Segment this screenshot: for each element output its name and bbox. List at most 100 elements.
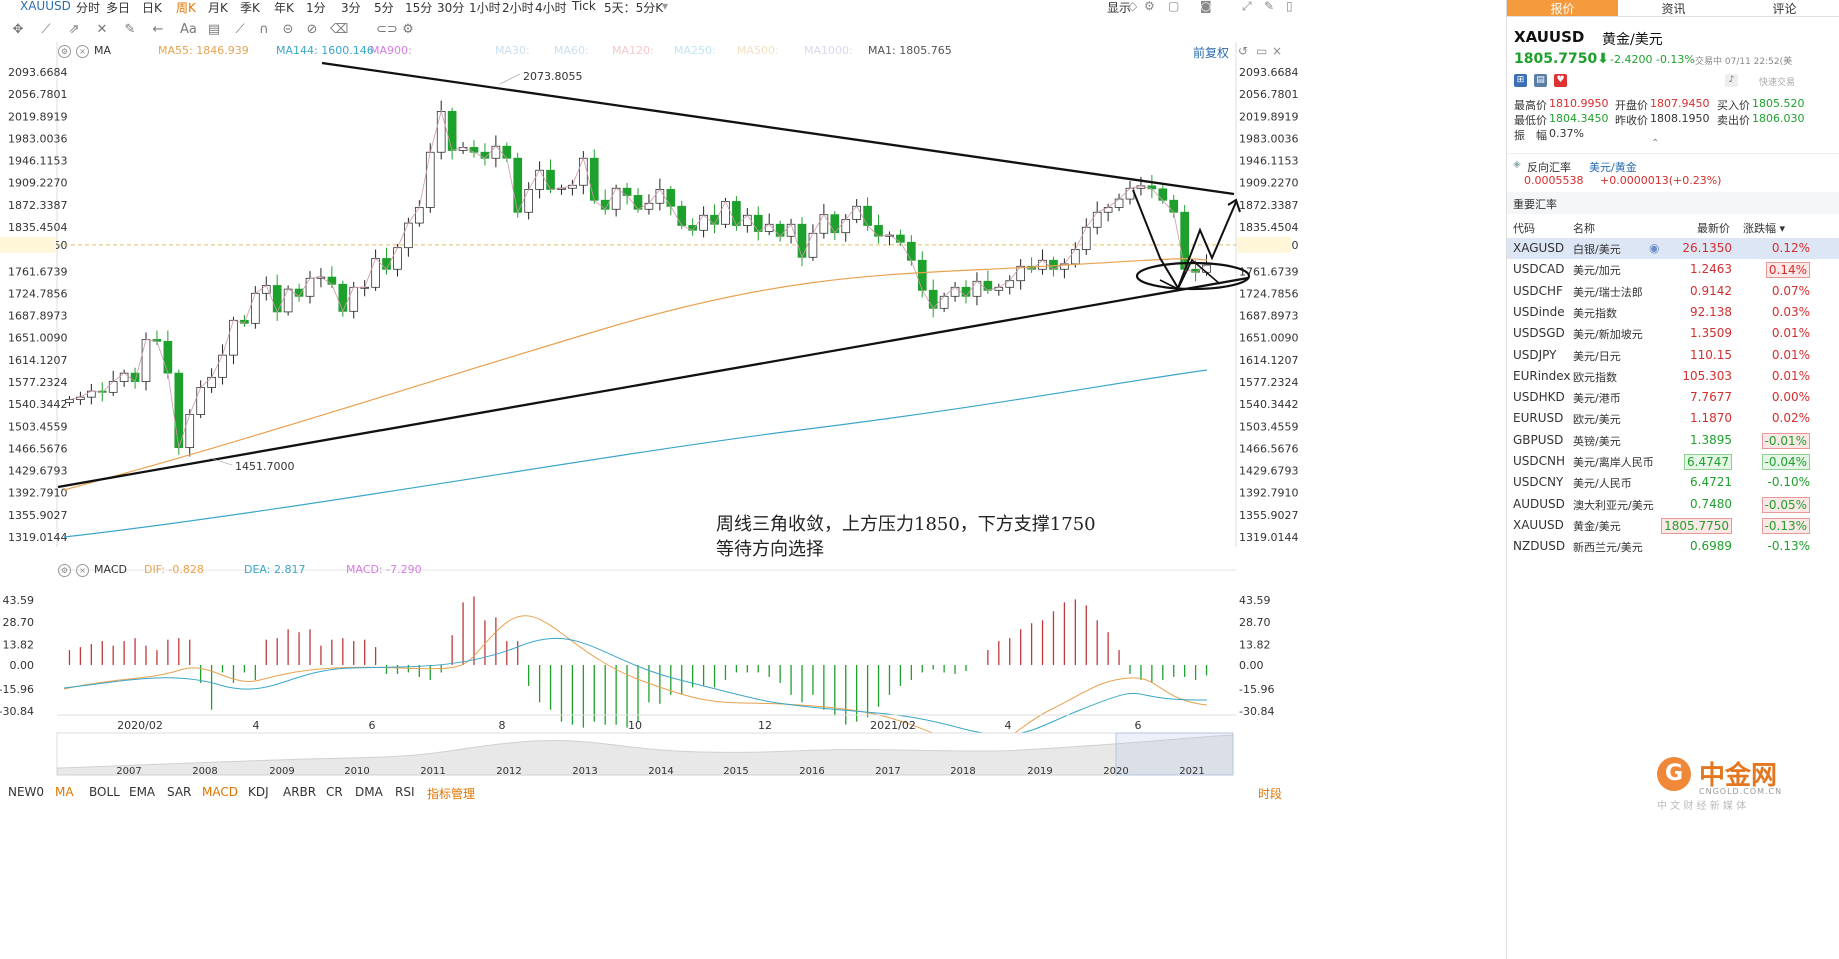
indicator-new0[interactable]: NEW0 xyxy=(8,785,44,799)
table-row[interactable]: AUDUSD 澳大利亚元/美元 0.7480 -0.05% xyxy=(1507,494,1839,515)
crosshair-icon[interactable]: ✥ xyxy=(10,22,26,38)
fullscreen-icon[interactable]: ⤢ xyxy=(1242,0,1252,14)
table-header-cell[interactable]: 涨跌幅 ▾ xyxy=(1743,220,1785,236)
link-icon[interactable]: ⊂⊃ xyxy=(376,22,398,38)
indicator-kdj[interactable]: KDJ xyxy=(248,785,269,799)
period-tab-2[interactable]: 日K xyxy=(142,0,162,16)
symbol-selector[interactable]: XAUUSD xyxy=(20,0,71,13)
quick-trade-button[interactable]: 快速交易 xyxy=(1759,75,1795,88)
price-tick-right: 1651.0090 xyxy=(1239,332,1299,345)
settings-icon[interactable]: ⚙ xyxy=(58,45,71,58)
table-row[interactable]: XAUUSD 黄金/美元 1805.7750 -0.13% xyxy=(1507,515,1839,536)
pen-icon[interactable]: ✎ xyxy=(1264,0,1274,13)
settings-icon[interactable]: ⚙ xyxy=(400,22,416,38)
diamond-icon[interactable]: ◇ xyxy=(1128,0,1137,13)
period-tab-11[interactable]: 30分 xyxy=(437,0,464,16)
period-tab-13[interactable]: 2小时 xyxy=(502,0,534,16)
indicator-macd[interactable]: MACD xyxy=(202,785,238,799)
price-tick-left: 2019.8919 xyxy=(8,110,68,123)
period-tab-5[interactable]: 季K xyxy=(240,0,260,16)
trend-line-icon[interactable]: ⟋ xyxy=(38,22,54,38)
stat-low: 1804.3450 xyxy=(1549,112,1609,125)
period-tab-16[interactable]: 5天：5分K xyxy=(604,0,663,16)
panel-tab-2[interactable]: 评论 xyxy=(1729,0,1839,16)
rate-name: 美元/港币 xyxy=(1573,392,1621,406)
settings-icon[interactable]: ⚙ xyxy=(1144,0,1155,13)
hide-icon[interactable]: ⊘ xyxy=(304,22,320,38)
candle xyxy=(1070,242,1080,268)
period-tab-8[interactable]: 3分 xyxy=(341,0,361,16)
table-row[interactable]: USDCNH 美元/离岸人民币 6.4747 -0.04% xyxy=(1507,451,1839,472)
table-row[interactable]: USDJPY 美元/日元 110.15 0.01% xyxy=(1507,345,1839,366)
layout-icon[interactable]: ▢ xyxy=(1168,0,1179,13)
price-tick-left: 2056.7801 xyxy=(8,88,68,101)
candlestick-chart[interactable]: 2093.6684 2093.6684 2056.7801 2056.7801 2019… xyxy=(0,40,1500,780)
table-row[interactable]: USDCAD 美元/加元 1.2463 0.14% xyxy=(1507,259,1839,280)
restore-button[interactable]: 前复权 xyxy=(1193,44,1229,61)
indicator-arbr[interactable]: ARBR xyxy=(283,785,316,799)
indicator-cr[interactable]: CR xyxy=(326,785,343,799)
panel-tab-0[interactable]: 报价 xyxy=(1507,0,1618,16)
magnet-icon[interactable]: ∩ xyxy=(256,22,272,38)
period-tab-15[interactable]: Tick xyxy=(572,0,596,13)
reverse-pair[interactable]: 美元/黄金 xyxy=(1589,159,1637,175)
period-tab-10[interactable]: 15分 xyxy=(405,0,432,16)
table-row[interactable]: XAGUSD 白银/美元 26.1350 0.12% ◉ xyxy=(1507,238,1839,259)
chart-icon[interactable]: ⊞ xyxy=(1514,74,1527,87)
table-row[interactable]: USDSGD 美元/新加坡元 1.3509 0.01% xyxy=(1507,323,1839,344)
table-row[interactable]: USDCHF 美元/瑞士法郎 0.9142 0.07% xyxy=(1507,281,1839,302)
price-tick-left: 1355.9027 xyxy=(8,509,68,522)
camera-icon[interactable]: ◙ xyxy=(1200,0,1212,13)
collapse-chevron-icon[interactable]: ⌃ xyxy=(1651,138,1659,149)
period-tab-9[interactable]: 5分 xyxy=(374,0,394,16)
panel-tab-1[interactable]: 资讯 xyxy=(1618,0,1729,16)
period-tab-4[interactable]: 月K xyxy=(208,0,228,16)
arrow-icon[interactable]: ← xyxy=(150,22,166,38)
ray-icon[interactable]: ⇗ xyxy=(66,22,82,38)
candle xyxy=(261,276,271,301)
panel-icon[interactable]: ▯ xyxy=(1286,0,1293,13)
eye-icon[interactable]: ◉ xyxy=(1649,241,1659,255)
delete-icon[interactable]: ⌫ xyxy=(330,22,348,38)
indicator-sar[interactable]: SAR xyxy=(167,785,191,799)
table-row[interactable]: USDinde 美元指数 92.138 0.03% xyxy=(1507,302,1839,323)
period-tab-6[interactable]: 年K xyxy=(274,0,294,16)
favorite-icon[interactable]: ♥ xyxy=(1554,74,1567,87)
table-row[interactable]: USDHKD 美元/港币 7.7677 0.00% xyxy=(1507,387,1839,408)
fib-icon[interactable]: ✕ xyxy=(94,22,110,38)
period-tab-7[interactable]: 1分 xyxy=(306,0,326,16)
table-row[interactable]: EURUSD 欧元/美元 1.1870 0.02% xyxy=(1507,408,1839,429)
indicator-ma[interactable]: MA xyxy=(55,785,74,799)
lock-icon[interactable]: ⊝ xyxy=(280,22,296,38)
chevron-down-icon[interactable]: ▾ xyxy=(662,0,668,13)
indicator-dma[interactable]: DMA xyxy=(355,785,383,799)
table-row[interactable]: USDCNY 美元/人民币 6.4721 -0.10% xyxy=(1507,472,1839,493)
news-icon[interactable]: ▤ xyxy=(1534,74,1547,87)
indicator-rsi[interactable]: RSI xyxy=(395,785,415,799)
table-row[interactable]: EURindex 欧元指数 105.303 0.01% xyxy=(1507,366,1839,387)
close-icon[interactable]: × xyxy=(76,564,89,577)
period-tab-3[interactable]: 周K xyxy=(176,0,196,16)
brush-icon[interactable]: ✎ xyxy=(122,22,138,38)
undo-icon[interactable]: ↺ xyxy=(1238,44,1248,58)
timeshare-button[interactable]: 时段 xyxy=(1258,785,1282,802)
candle xyxy=(589,149,599,204)
table-row[interactable]: NZDUSD 新西兰元/美元 0.6989 -0.13% xyxy=(1507,536,1839,557)
text-tool-icon[interactable]: Aa xyxy=(180,22,197,38)
indicator-ema[interactable]: EMA xyxy=(129,785,155,799)
overview-navigator[interactable]: 2007 2008 2009 2010 2011 2012 2013 2014 2015 2016… xyxy=(56,732,1234,777)
period-tab-1[interactable]: 多日 xyxy=(106,0,130,16)
close-icon[interactable]: × xyxy=(76,45,89,58)
indicator-boll[interactable]: BOLL xyxy=(89,785,120,799)
bell-icon[interactable]: ♪ xyxy=(1725,74,1738,87)
period-tab-12[interactable]: 1小时 xyxy=(469,0,501,16)
ruler-icon[interactable]: ⟋ xyxy=(232,22,248,38)
panel-icon[interactable]: ▭ xyxy=(1256,44,1267,58)
note-icon[interactable]: ▤ xyxy=(206,22,222,38)
period-tab-14[interactable]: 4小时 xyxy=(535,0,567,16)
indicator-manage-button[interactable]: 指标管理 xyxy=(427,785,475,802)
table-row[interactable]: GBPUSD 英镑/美元 1.3895 -0.01% xyxy=(1507,430,1839,451)
period-tab-0[interactable]: 分时 xyxy=(76,0,100,16)
settings-icon[interactable]: ⚙ xyxy=(58,564,71,577)
close-icon[interactable]: × xyxy=(1272,44,1282,58)
